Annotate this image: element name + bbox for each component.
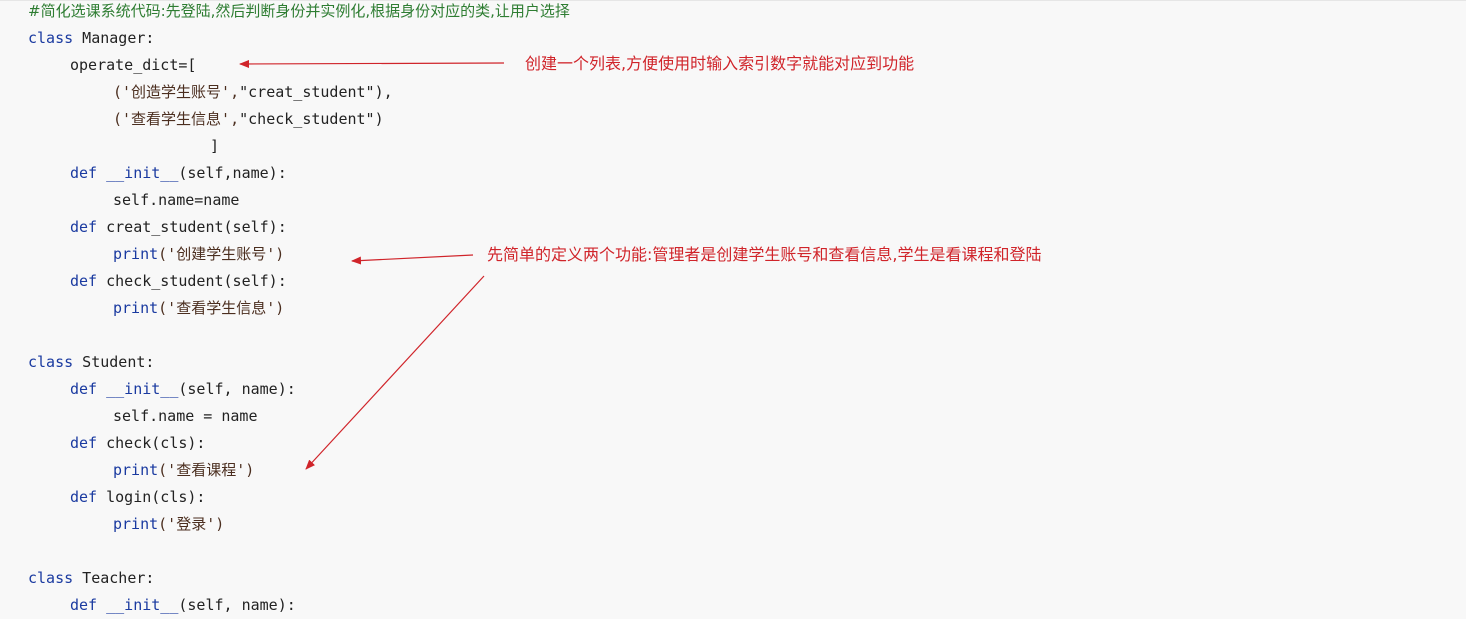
init-args: (self, name): [178, 596, 296, 614]
code-line-teacher-init: def __init__(self, name): [70, 592, 296, 619]
function-check-student: check_student(self): [97, 272, 287, 290]
annotation-func-note: 先简单的定义两个功能:管理者是创建学生账号和查看信息,学生是看课程和登陆 [487, 245, 1042, 264]
keyword-def: def [70, 434, 98, 452]
tuple2-value: "check_student") [239, 110, 384, 128]
code-line-check-student: def check_student(self): [70, 268, 287, 295]
code-line-operate-dict: operate_dict=[ [70, 56, 197, 74]
code-line-manager-class: class Manager: [28, 25, 154, 52]
tuple1-label: ('创造学生账号', [113, 83, 240, 101]
tuple1-value: "creat_student"), [239, 83, 393, 101]
keyword-def: def [70, 596, 98, 614]
function-name-init: __init__ [97, 380, 179, 398]
code-line-self-name-manager: self.name=name [113, 191, 240, 209]
function-check: check(cls): [97, 434, 206, 452]
init-args: (self, name): [178, 380, 296, 398]
code-line-teacher-class: class Teacher: [28, 565, 154, 592]
function-name-init: __init__ [97, 164, 179, 182]
init-args: (self,name): [178, 164, 287, 182]
keyword-def: def [70, 164, 98, 182]
print-creat-arg: ('创建学生账号') [158, 245, 285, 263]
keyword-print: print [113, 461, 159, 479]
keyword-print: print [113, 245, 159, 263]
annotation-list-note: 创建一个列表,方便使用时输入索引数字就能对应到功能 [525, 54, 915, 73]
code-line-print-course: print('查看课程') [113, 457, 254, 484]
code-line-login: def login(cls): [70, 484, 205, 511]
print-course-arg: ('查看课程') [158, 461, 255, 479]
class-name-manager: Manager: [73, 29, 155, 47]
keyword-print: print [113, 515, 159, 533]
keyword-def: def [70, 218, 98, 236]
class-name-teacher: Teacher: [73, 569, 155, 587]
keyword-class: class [28, 29, 74, 47]
code-comment: #简化选课系统代码:先登陆,然后判断身份并实例化,根据身份对应的类,让用户选择 [28, 2, 570, 20]
print-check-info-arg: ('查看学生信息') [158, 299, 285, 317]
code-line-tuple-1: ('创造学生账号',"creat_student"), [113, 79, 393, 106]
code-line-manager-init: def __init__(self,name): [70, 160, 287, 187]
code-line-student-class: class Student: [28, 349, 154, 376]
function-name-init: __init__ [97, 596, 179, 614]
keyword-def: def [70, 380, 98, 398]
code-line-bracket-close: ] [210, 137, 220, 155]
code-line-self-name-student: self.name = name [113, 407, 258, 425]
keyword-class: class [28, 569, 74, 587]
keyword-def: def [70, 488, 98, 506]
print-login-arg: ('登录') [158, 515, 225, 533]
code-line-check: def check(cls): [70, 430, 205, 457]
code-line-student-init: def __init__(self, name): [70, 376, 296, 403]
function-login: login(cls): [97, 488, 206, 506]
code-line-creat-student: def creat_student(self): [70, 214, 287, 241]
class-name-student: Student: [73, 353, 155, 371]
code-line-print-creat: print('创建学生账号') [113, 241, 284, 268]
keyword-print: print [113, 299, 159, 317]
code-block: #简化选课系统代码:先登陆,然后判断身份并实例化,根据身份对应的类,让用户选择 … [0, 0, 1466, 619]
function-creat-student: creat_student(self): [97, 218, 287, 236]
code-line-print-check-info: print('查看学生信息') [113, 295, 284, 322]
code-line-tuple-2: ('查看学生信息',"check_student") [113, 106, 384, 133]
code-line-print-login: print('登录') [113, 511, 224, 538]
keyword-class: class [28, 353, 74, 371]
tuple2-label: ('查看学生信息', [113, 110, 240, 128]
keyword-def: def [70, 272, 98, 290]
